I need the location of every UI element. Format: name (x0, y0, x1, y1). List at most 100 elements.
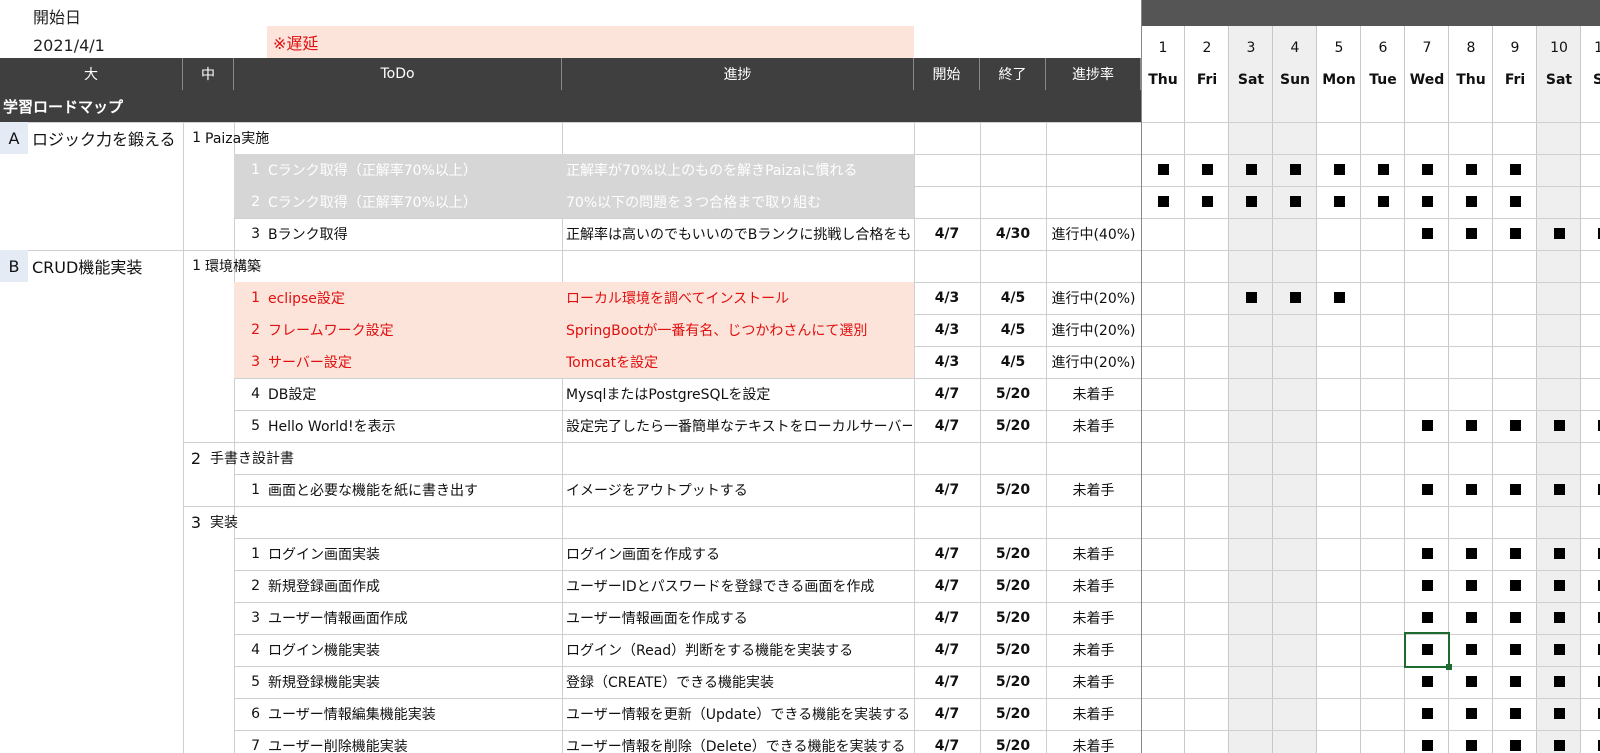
day-name[interactable]: Mon (1317, 70, 1361, 90)
task-end[interactable]: 5/20 (980, 634, 1046, 666)
task-end[interactable]: 5/20 (980, 474, 1046, 506)
section-title-row[interactable]: 学習ロードマップ (0, 90, 1141, 122)
task-progress[interactable]: 登録（CREATE）できる機能実装 (566, 666, 912, 698)
task-todo[interactable]: DB設定 (268, 378, 560, 410)
task-number[interactable]: 1 (234, 474, 266, 506)
gantt-mark[interactable] (1378, 196, 1389, 207)
day-name[interactable]: Sat (1537, 70, 1581, 90)
gantt-mark[interactable] (1422, 164, 1433, 175)
gantt-mark[interactable] (1422, 196, 1433, 207)
gantt-mark[interactable] (1422, 548, 1433, 559)
gantt-mark[interactable] (1466, 196, 1477, 207)
task-end[interactable]: 5/20 (980, 570, 1046, 602)
task-end[interactable]: 5/20 (980, 410, 1046, 442)
day-name[interactable]: Sat (1229, 70, 1273, 90)
gantt-mark[interactable] (1422, 676, 1433, 687)
task-progress[interactable]: ユーザー情報を更新（Update）できる機能を実装する (566, 698, 912, 730)
day-name[interactable]: Thu (1141, 70, 1185, 90)
task-start[interactable]: 4/7 (914, 730, 980, 753)
gantt-mark[interactable] (1510, 548, 1521, 559)
task-number[interactable]: 3 (234, 218, 266, 250)
task-start[interactable]: 4/7 (914, 602, 980, 634)
task-end[interactable]: 4/30 (980, 218, 1046, 250)
task-rate[interactable]: 未着手 (1046, 602, 1141, 634)
sub-number[interactable]: 2 (183, 442, 207, 474)
task-number[interactable]: 2 (234, 314, 266, 346)
gantt-mark[interactable] (1554, 708, 1565, 719)
task-rate[interactable]: 進行中(40%) (1046, 218, 1141, 250)
header-todo[interactable]: ToDo (234, 58, 562, 90)
task-rate[interactable]: 未着手 (1046, 634, 1141, 666)
day-number[interactable]: 8 (1449, 37, 1493, 59)
task-progress[interactable]: MysqlまたはPostgreSQLを設定 (566, 378, 912, 410)
major-letter[interactable]: B (0, 250, 28, 282)
task-number[interactable]: 1 (234, 154, 266, 186)
task-number[interactable]: 5 (234, 666, 266, 698)
task-rate[interactable]: 未着手 (1046, 538, 1141, 570)
task-todo[interactable]: Cランク取得（正解率70%以上） (268, 154, 560, 186)
task-start[interactable]: 4/7 (914, 666, 980, 698)
task-end[interactable]: 4/9 (980, 154, 1046, 186)
task-rate[interactable]: 未着手 (1046, 410, 1141, 442)
task-end[interactable]: 4/5 (980, 346, 1046, 378)
gantt-mark[interactable] (1466, 644, 1477, 655)
task-todo[interactable]: eclipse設定 (268, 282, 560, 314)
day-name[interactable]: Thu (1449, 70, 1493, 90)
gantt-mark[interactable] (1510, 228, 1521, 239)
sub-title[interactable]: 手書き設計書 (210, 442, 550, 474)
task-start[interactable]: 4/1 (914, 186, 980, 218)
gantt-mark[interactable] (1510, 676, 1521, 687)
task-rate[interactable]: 進行中(20%) (1046, 314, 1141, 346)
major-title[interactable]: ロジック力を鍛える (32, 122, 182, 154)
header-end[interactable]: 終了 (980, 58, 1046, 90)
task-rate[interactable]: 完了 (1046, 186, 1141, 218)
gantt-mark[interactable] (1422, 740, 1433, 751)
task-end[interactable]: 5/20 (980, 730, 1046, 753)
day-number[interactable]: 2 (1185, 37, 1229, 59)
start-date-value[interactable]: 2021/4/1 (33, 36, 105, 55)
sub-number[interactable]: 1 (183, 250, 207, 282)
gantt-mark[interactable] (1466, 676, 1477, 687)
sub-number[interactable]: 1 (183, 122, 207, 154)
task-end[interactable]: 5/20 (980, 538, 1046, 570)
task-end[interactable]: 4/5 (980, 282, 1046, 314)
task-number[interactable]: 3 (234, 346, 266, 378)
task-number[interactable]: 2 (234, 186, 266, 218)
task-end[interactable]: 5/20 (980, 378, 1046, 410)
day-number[interactable]: 1 (1141, 37, 1185, 59)
task-todo[interactable]: ログイン機能実装 (268, 634, 560, 666)
gantt-mark[interactable] (1466, 740, 1477, 751)
selected-cell[interactable] (1404, 632, 1450, 668)
task-todo[interactable]: Hello World!を表示 (268, 410, 560, 442)
header-rate[interactable]: 進捗率 (1046, 58, 1141, 90)
task-number[interactable]: 4 (234, 378, 266, 410)
gantt-mark[interactable] (1554, 548, 1565, 559)
gantt-mark[interactable] (1422, 484, 1433, 495)
gantt-mark[interactable] (1158, 196, 1169, 207)
task-end[interactable]: 5/20 (980, 602, 1046, 634)
day-number[interactable]: 9 (1493, 37, 1537, 59)
task-progress[interactable]: ユーザーIDとパスワードを登録できる画面を作成 (566, 570, 912, 602)
task-rate[interactable]: 進行中(20%) (1046, 282, 1141, 314)
task-todo[interactable]: ユーザー削除機能実装 (268, 730, 560, 753)
day-name[interactable]: Su (1581, 70, 1600, 90)
task-rate[interactable]: 未着手 (1046, 378, 1141, 410)
task-todo[interactable]: サーバー設定 (268, 346, 560, 378)
task-end[interactable]: 4/5 (980, 314, 1046, 346)
gantt-mark[interactable] (1554, 676, 1565, 687)
gantt-mark[interactable] (1510, 164, 1521, 175)
task-progress[interactable]: 70%以下の問題を３つ合格まで取り組む (566, 186, 912, 218)
task-rate[interactable]: 未着手 (1046, 730, 1141, 753)
gantt-mark[interactable] (1554, 484, 1565, 495)
gantt-mark[interactable] (1158, 164, 1169, 175)
task-start[interactable]: 4/7 (914, 538, 980, 570)
task-progress[interactable]: ユーザー情報画面を作成する (566, 602, 912, 634)
day-number[interactable]: 10 (1537, 37, 1581, 59)
gantt-mark[interactable] (1554, 612, 1565, 623)
task-rate[interactable]: 未着手 (1046, 698, 1141, 730)
gantt-mark[interactable] (1466, 164, 1477, 175)
gantt-mark[interactable] (1290, 196, 1301, 207)
task-todo[interactable]: ユーザー情報編集機能実装 (268, 698, 560, 730)
task-todo[interactable]: フレームワーク設定 (268, 314, 560, 346)
gantt-mark[interactable] (1510, 740, 1521, 751)
